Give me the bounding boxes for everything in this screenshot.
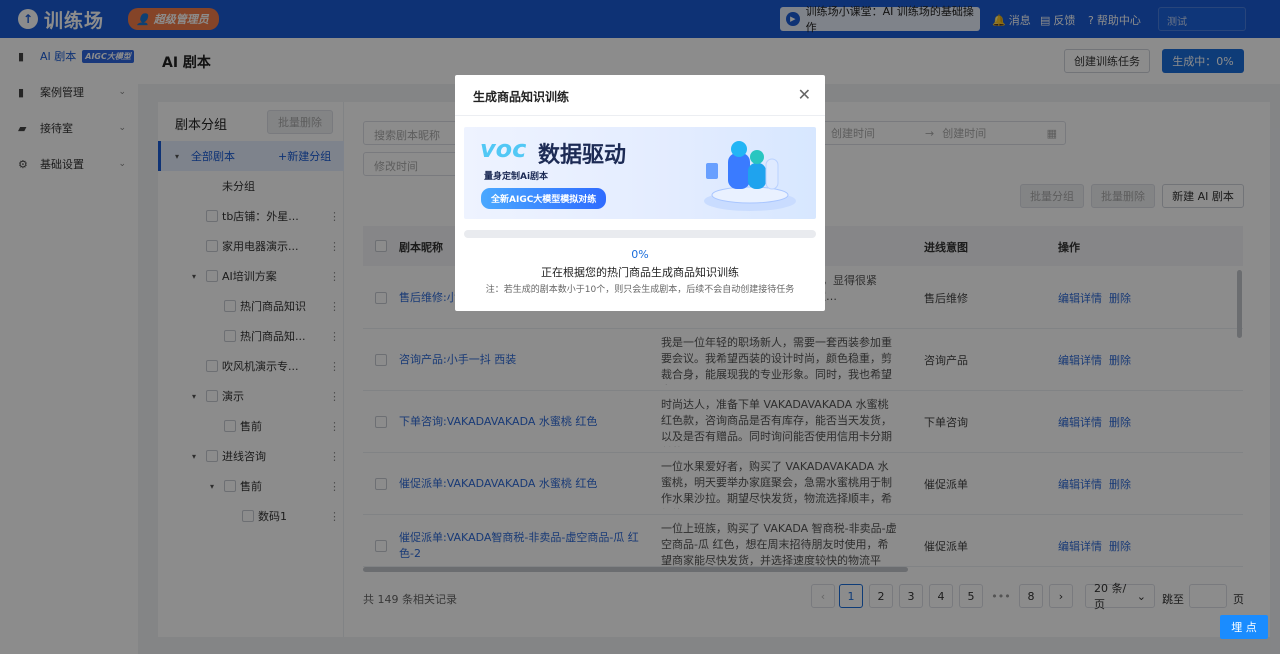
voc-banner: voc 数据驱动 量身定制Ai剧本 全新AIGC大模型模拟对练 bbox=[464, 127, 816, 219]
banner-title: 数据驱动 bbox=[538, 143, 627, 168]
generate-modal: 生成商品知识训练 ✕ voc 数据驱动 量身定制Ai剧本 全新AIGC大模型模拟… bbox=[455, 75, 825, 311]
banner-subtitle: 量身定制Ai剧本 bbox=[484, 172, 549, 182]
progress-note: 注：若生成的剧本数小于10个，则只会生成剧本，后续不会自动创建接待任务 bbox=[485, 285, 795, 295]
close-icon[interactable]: ✕ bbox=[798, 85, 811, 104]
tracking-button[interactable]: 埋 点 bbox=[1220, 615, 1268, 639]
banner-pill: 全新AIGC大模型模拟对练 bbox=[481, 188, 607, 209]
progress-message: 正在根据您的热门商品生成商品知识训练 bbox=[541, 266, 739, 279]
banner-illustration bbox=[704, 141, 796, 211]
modal-title: 生成商品知识训练 bbox=[473, 90, 570, 104]
generate-progress-bar bbox=[464, 230, 816, 238]
modal-divider bbox=[455, 115, 825, 116]
progress-percent: 0% bbox=[631, 248, 649, 261]
banner-voc-text: voc bbox=[480, 135, 527, 163]
